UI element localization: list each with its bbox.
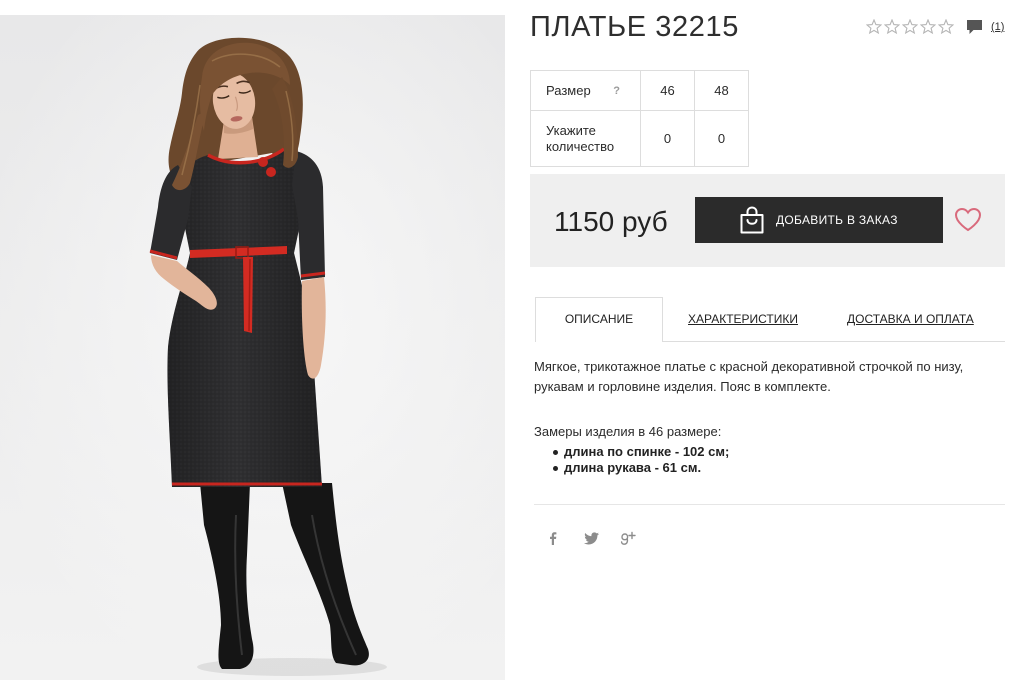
size-48: 48 [695, 71, 749, 111]
product-description: Мягкое, трикотажное платье с красной дек… [534, 359, 964, 394]
tab-delivery-payment[interactable]: ДОСТАВКА И ОПЛАТА [847, 297, 974, 342]
star-icon[interactable] [920, 19, 936, 35]
star-icon[interactable] [884, 19, 900, 35]
product-page: ПЛАТЬЕ 32215 (1) Размер ? 46 48 Укажите … [0, 0, 1009, 680]
size-label: Размер [546, 82, 591, 98]
dress-button [266, 167, 276, 177]
divider [534, 504, 1005, 505]
tab-characteristics[interactable]: ХАРАКТЕРИСТИКИ [688, 297, 798, 342]
product-tabs: ОПИСАНИЕ ХАРАКТЕРИСТИКИ ДОСТАВКА И ОПЛАТ… [535, 297, 1005, 342]
size-label-cell: Размер ? [531, 71, 641, 111]
tab-label: ДОСТАВКА И ОПЛАТА [847, 312, 974, 326]
reviews-count-link[interactable]: (1) [991, 20, 1004, 34]
size-table: Размер ? 46 48 Укажите количество [530, 70, 749, 167]
add-to-order-label: ДОБАВИТЬ В ЗАКАЗ [776, 213, 898, 227]
tab-label: ОПИСАНИЕ [564, 312, 634, 326]
tab-description[interactable]: ОПИСАНИЕ [535, 297, 663, 342]
tabs-underline [663, 341, 1005, 342]
quantity-input-46[interactable] [641, 111, 694, 166]
product-image[interactable] [0, 15, 505, 680]
comment-icon[interactable] [966, 19, 983, 35]
star-icon[interactable] [938, 19, 954, 35]
belt-tail-shade [248, 258, 251, 332]
belt-tail [243, 257, 253, 333]
measurements-title: Замеры изделия в 46 размере: [534, 424, 722, 439]
google-plus-icon[interactable] [619, 531, 637, 547]
add-to-order-button[interactable]: ДОБАВИТЬ В ЗАКАЗ [695, 197, 943, 243]
question-icon[interactable]: ? [613, 83, 620, 99]
product-title: ПЛАТЬЕ 32215 [530, 11, 739, 43]
measurement-item: длина по спинке - 102 см; [534, 444, 729, 460]
shopping-bag-icon [740, 206, 764, 234]
size-46: 46 [641, 71, 695, 111]
price-box: 1150 руб ДОБАВИТЬ В ЗАКАЗ [530, 174, 1005, 267]
measurement-item: длина рукава - 61 см. [534, 460, 729, 476]
facebook-icon[interactable] [546, 531, 560, 545]
price: 1150 руб [554, 206, 668, 237]
quantity-label: Укажите количество [531, 111, 641, 167]
twitter-icon[interactable] [584, 532, 599, 545]
star-icon[interactable] [902, 19, 918, 35]
quantity-input-48[interactable] [695, 111, 748, 166]
rating-stars[interactable] [866, 19, 954, 35]
measurements-list: длина по спинке - 102 см; длина рукава -… [534, 444, 729, 476]
dress-button [258, 157, 268, 167]
quantity-cell-48 [695, 111, 749, 167]
quantity-cell-46 [641, 111, 695, 167]
star-icon[interactable] [866, 19, 882, 35]
product-photo [0, 15, 505, 680]
tab-label: ХАРАКТЕРИСТИКИ [688, 312, 799, 326]
heart-icon[interactable] [954, 207, 982, 232]
